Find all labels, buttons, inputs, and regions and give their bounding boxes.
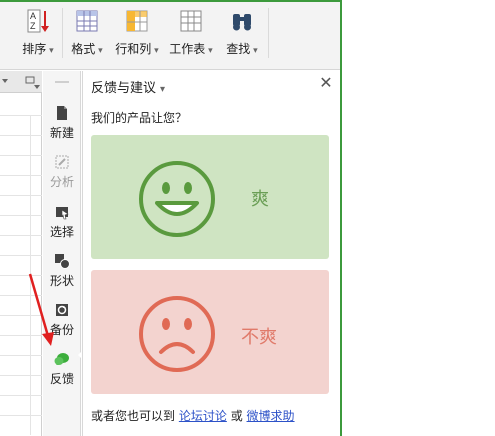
ribbon-toolbar: A Z 排序 格式 [0, 0, 340, 70]
sad-face-icon [139, 296, 215, 372]
ribbon-accent-line [0, 0, 340, 2]
unhappy-label: 不爽 [241, 327, 277, 348]
sidebar-item-label: 备份 [49, 323, 74, 337]
chevron-down-icon: ▾ [160, 84, 166, 95]
sidebar-item-label: 形状 [49, 274, 74, 288]
sort-button[interactable]: A Z 排序 [18, 6, 58, 62]
weibo-link[interactable]: 微博求助 [247, 409, 295, 423]
panel-title[interactable]: 反馈与建议 ▾ [91, 77, 165, 96]
sidebar-grip[interactable] [55, 81, 69, 83]
sidebar-item-new[interactable]: 新建 [43, 99, 81, 147]
format-table-icon [74, 8, 100, 34]
feedback-footer: 或者您也可以到 论坛讨论 或 微博求助 [91, 407, 295, 424]
unhappy-feedback-button[interactable]: 不爽 [91, 270, 329, 394]
happy-label: 爽 [251, 189, 269, 210]
sheet-grid[interactable] [0, 115, 42, 435]
find-button[interactable]: 查找 [222, 6, 262, 62]
sidebar-item-label: 分析 [49, 175, 74, 189]
sheet-column-line [30, 115, 31, 435]
panel-title-text: 反馈与建议 [91, 81, 157, 96]
happy-face-icon [139, 161, 215, 237]
sidebar-item-label: 选择 [49, 225, 74, 239]
footer-or: 或 [230, 409, 243, 423]
rows-columns-button[interactable]: 行和列 [112, 6, 162, 62]
window-edge-accent [340, 0, 342, 436]
sort-az-icon: A Z [25, 8, 51, 34]
shape-icon [54, 253, 70, 269]
sidebar-item-analyze[interactable]: 分析 [43, 148, 81, 196]
sidebar-item-shape[interactable]: 形状 [43, 247, 81, 295]
svg-text:Z: Z [30, 21, 36, 31]
rows-columns-label: 行和列 [112, 40, 162, 57]
new-doc-icon [54, 105, 70, 121]
sidebar-item-label: 新建 [49, 126, 74, 140]
binoculars-icon [229, 8, 255, 34]
sidebar-item-feedback[interactable]: 反馈 [43, 345, 81, 393]
sort-label: 排序 [18, 40, 58, 57]
worksheet-label: 工作表 [166, 40, 216, 57]
format-label: 格式 [66, 40, 108, 57]
forum-link[interactable]: 论坛讨论 [179, 409, 227, 423]
ribbon-divider [268, 8, 269, 58]
feedback-chat-icon [54, 351, 70, 367]
sidebar-item-select[interactable]: 选择 [43, 198, 81, 246]
worksheet-icon [178, 8, 204, 34]
feedback-panel: 反馈与建议 ▾ ✕ 我们的产品让您？ 爽 不爽 或者您也可以到 论坛讨论 或 微博… [82, 71, 340, 436]
analyze-icon [54, 154, 70, 170]
format-button[interactable]: 格式 [66, 6, 108, 62]
feedback-question: 我们的产品让您？ [91, 111, 188, 125]
ribbon-divider [62, 8, 63, 58]
happy-feedback-button[interactable]: 爽 [91, 135, 329, 259]
rows-columns-icon [124, 8, 150, 34]
close-icon[interactable]: ✕ [318, 75, 334, 91]
backup-icon [54, 302, 70, 318]
find-label: 查找 [222, 40, 262, 57]
task-sidebar: 新建 分析 选择 形状 备份 反馈 [43, 71, 81, 436]
select-icon [54, 204, 70, 220]
sidebar-item-backup[interactable]: 备份 [43, 296, 81, 344]
svg-text:A: A [30, 11, 36, 21]
worksheet-button[interactable]: 工作表 [166, 6, 216, 62]
sheet-header-bar [0, 71, 42, 93]
footer-prefix: 或者您也可以到 [91, 409, 176, 423]
spreadsheet-area [0, 71, 42, 436]
sidebar-item-label: 反馈 [49, 372, 74, 386]
